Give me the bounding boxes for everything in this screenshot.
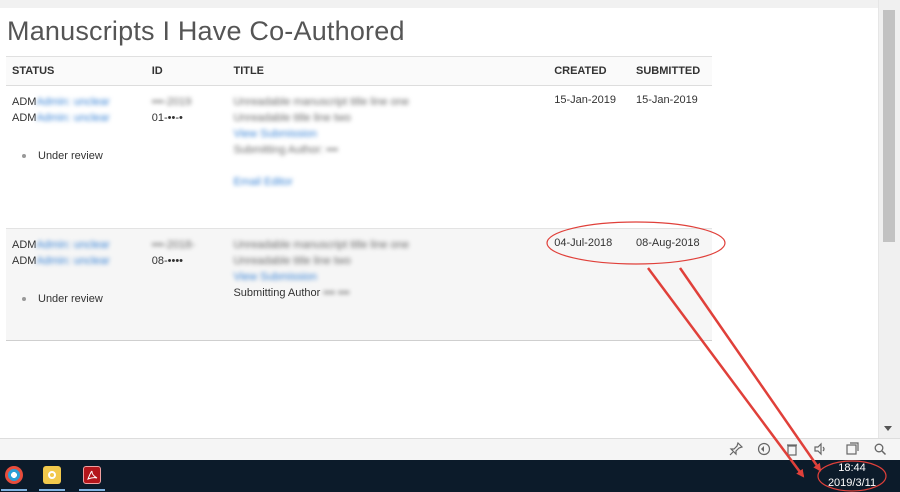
- submitting-author: Submitting Author ••• •••: [233, 285, 542, 301]
- window-icon[interactable]: [844, 442, 860, 458]
- submitting-author: Submitting Author: •••: [233, 144, 338, 156]
- pin-icon[interactable]: [728, 441, 744, 458]
- column-header-submitted[interactable]: SUBMITTED: [630, 56, 712, 86]
- manuscript-title-line: Unreadable title line two: [233, 255, 351, 267]
- admin-line: ADMAdmin: unclear: [12, 110, 140, 126]
- trash-icon[interactable]: [784, 442, 800, 458]
- status-item: Under review: [12, 291, 140, 307]
- created-cell: 15-Jan-2019: [548, 85, 631, 229]
- admin-link[interactable]: Admin: unclear: [36, 96, 109, 108]
- document-app-icon: [43, 466, 61, 484]
- admin-link[interactable]: Admin: unclear: [36, 255, 109, 267]
- admin-label: ADM: [12, 255, 37, 267]
- manuscript-title-line: Unreadable manuscript title line one: [233, 239, 409, 251]
- admin-label: ADM: [12, 112, 37, 124]
- scrollbar-thumb[interactable]: [883, 10, 895, 242]
- column-header-status[interactable]: STATUS: [6, 56, 146, 86]
- pdf-reader-icon: [83, 466, 101, 484]
- manuscript-id-suffix: 01-••-•: [151, 112, 183, 124]
- manuscripts-table: STATUS ID TITLE CREATED SUBMITTED ADMAdm…: [6, 56, 712, 341]
- manuscript-title-line: Unreadable manuscript title line one: [233, 96, 409, 108]
- view-submission-link[interactable]: View Submission: [233, 126, 542, 142]
- speaker-icon[interactable]: [812, 442, 828, 458]
- vertical-scrollbar[interactable]: [878, 0, 900, 438]
- admin-link[interactable]: Admin: unclear: [36, 112, 109, 124]
- admin-link[interactable]: Admin: unclear: [36, 239, 109, 251]
- taskbar-app-pdf[interactable]: [79, 463, 105, 491]
- browser-tool-strip: [0, 438, 900, 461]
- taskbar-clock[interactable]: 18:44 2019/3/11: [812, 460, 892, 491]
- title-cell: Unreadable manuscript title line one Unr…: [227, 85, 549, 229]
- column-header-created[interactable]: CREATED: [548, 56, 631, 86]
- bullet-icon: [22, 154, 26, 159]
- status-text: Under review: [38, 293, 103, 305]
- admin-line: ADMAdmin: unclear: [12, 237, 140, 253]
- top-strip: [0, 0, 878, 8]
- browser-content: Manuscripts I Have Co-Authored STATUS ID…: [0, 0, 878, 438]
- admin-label: ADM: [12, 239, 37, 251]
- clock-date: 2019/3/11: [827, 477, 877, 489]
- table-row: ADMAdmin: unclear ADMAdmin: unclear Unde…: [6, 85, 712, 229]
- admin-line: ADMAdmin: unclear: [12, 253, 140, 269]
- table-header-row: STATUS ID TITLE CREATED SUBMITTED: [6, 56, 712, 86]
- status-cell: ADMAdmin: unclear ADMAdmin: unclear Unde…: [6, 228, 146, 341]
- column-header-id[interactable]: ID: [145, 56, 228, 86]
- status-item: Under review: [12, 148, 140, 164]
- taskbar-app-document[interactable]: [39, 463, 65, 491]
- taskbar: 18:44 2019/3/11: [0, 460, 900, 492]
- manuscript-id-suffix: 08-••••: [151, 255, 184, 267]
- browser-icon: [5, 466, 23, 484]
- id-cell: •••-2018- 08-••••: [145, 228, 228, 341]
- manuscript-id: •••-2018-: [151, 239, 196, 251]
- id-cell: •••-2019 01-••-•: [145, 85, 228, 229]
- bullet-icon: [22, 297, 26, 302]
- submitted-cell: 15-Jan-2019: [630, 85, 712, 229]
- created-cell: 04-Jul-2018: [548, 228, 631, 341]
- page-title: Manuscripts I Have Co-Authored: [7, 16, 405, 46]
- admin-label: ADM: [12, 96, 37, 108]
- status-text: Under review: [38, 150, 103, 162]
- submitting-author-name: ••• •••: [323, 287, 350, 299]
- submitting-author-label: Submitting Author: [233, 287, 321, 299]
- email-editor-link[interactable]: Email Editor: [233, 174, 542, 190]
- view-submission-link[interactable]: View Submission: [233, 269, 542, 285]
- clock-time: 18:44: [838, 462, 866, 474]
- admin-line: ADMAdmin: unclear: [12, 94, 140, 110]
- manuscript-id: •••-2019: [151, 96, 192, 108]
- search-icon[interactable]: [872, 442, 888, 458]
- title-cell: Unreadable manuscript title line one Unr…: [227, 228, 549, 341]
- no-mute-icon[interactable]: [756, 442, 772, 458]
- table-row: ADMAdmin: unclear ADMAdmin: unclear Unde…: [6, 228, 712, 341]
- submitted-cell: 08-Aug-2018: [630, 228, 712, 341]
- manuscript-title-line: Unreadable title line two: [233, 112, 351, 124]
- taskbar-app-browser[interactable]: [1, 463, 27, 491]
- column-header-title[interactable]: TITLE: [227, 56, 549, 86]
- status-cell: ADMAdmin: unclear ADMAdmin: unclear Unde…: [6, 85, 146, 229]
- scroll-down-arrow-icon[interactable]: [884, 426, 892, 431]
